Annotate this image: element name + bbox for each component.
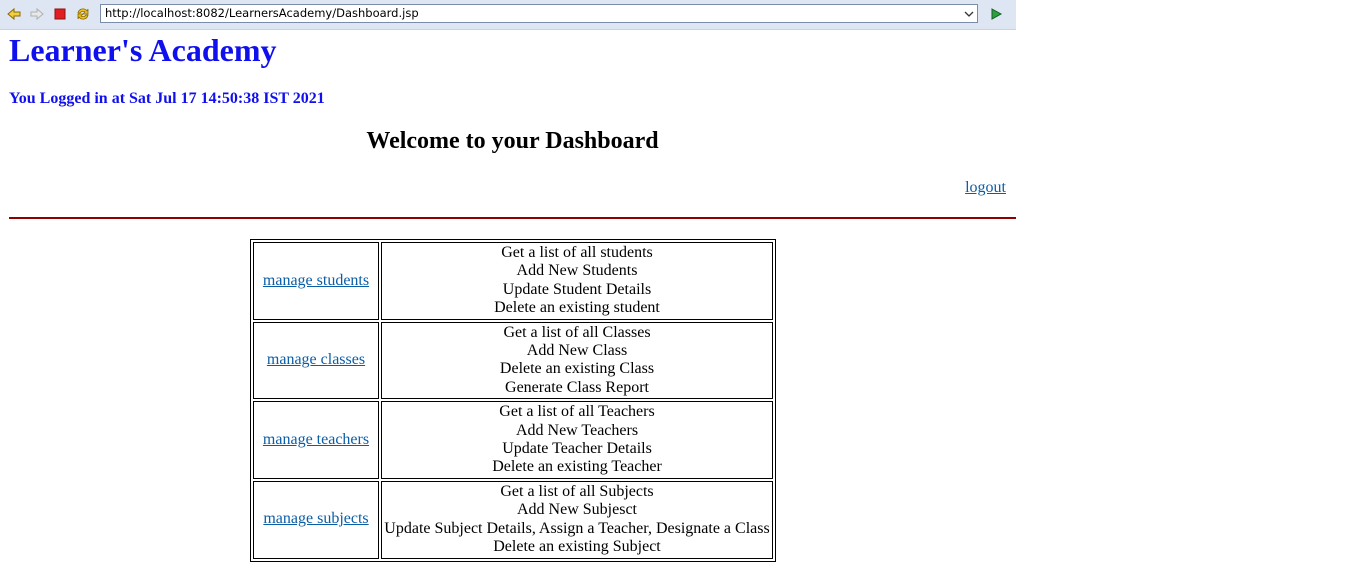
divider	[9, 217, 1016, 219]
forward-arrow-icon[interactable]	[29, 6, 45, 22]
browser-toolbar	[0, 0, 1016, 30]
dashboard-menu-table: manage students Get a list of all studen…	[250, 239, 776, 562]
url-input[interactable]	[101, 5, 961, 22]
list-item: Update Student Details	[502, 280, 652, 298]
link-cell: manage classes	[253, 321, 379, 400]
link-cell: manage subjects	[253, 480, 379, 559]
list-item: Delete an existing Class	[499, 360, 655, 378]
page-title: Welcome to your Dashboard	[366, 128, 659, 154]
manage-subjects-link[interactable]: manage subjects	[263, 510, 368, 527]
table-row: manage students Get a list of all studen…	[253, 242, 773, 320]
refresh-icon[interactable]	[75, 6, 91, 22]
table-row: manage subjects Get a list of all Subjec…	[253, 480, 773, 559]
manage-students-link[interactable]: manage students	[263, 272, 369, 289]
login-info: You Logged in at Sat Jul 17 14:50:38 IST…	[9, 90, 325, 107]
list-item: Delete an existing student	[494, 299, 660, 317]
table-row: manage classes Get a list of all Classes…	[253, 321, 773, 400]
list-item: Update Subject Details, Assign a Teacher…	[384, 519, 770, 537]
list-item: Get a list of all students	[501, 244, 653, 261]
list-item: Add New Subjesct	[517, 501, 637, 519]
back-arrow-icon[interactable]	[6, 6, 22, 22]
address-bar[interactable]	[100, 4, 978, 23]
list-item: Add New Class	[526, 342, 628, 360]
list-item: Get a list of all Subjects	[500, 482, 654, 500]
description-cell: Get a list of all Classes Add New Class …	[381, 321, 773, 400]
list-item: Add New Teachers	[515, 421, 639, 439]
list-item: Get a list of all Classes	[503, 323, 651, 341]
manage-classes-link[interactable]: manage classes	[267, 351, 365, 368]
description-cell: Get a list of all Teachers Add New Teach…	[381, 401, 773, 479]
list-item: Get a list of all Teachers	[499, 403, 655, 421]
logout-link[interactable]: logout	[965, 179, 1006, 197]
manage-teachers-link[interactable]: manage teachers	[263, 431, 369, 448]
list-item: Delete an existing Subject	[493, 538, 661, 556]
description-cell: Get a list of all students Add New Stude…	[381, 242, 773, 320]
go-icon[interactable]	[988, 6, 1004, 22]
link-cell: manage students	[253, 242, 379, 320]
list-item: Delete an existing Teacher	[492, 458, 662, 476]
chevron-down-icon[interactable]	[961, 5, 977, 22]
list-item: Generate Class Report	[505, 378, 649, 396]
app-title: Learner's Academy	[9, 32, 277, 68]
link-cell: manage teachers	[253, 401, 379, 479]
list-item: Update Teacher Details	[502, 440, 652, 458]
stop-icon[interactable]	[52, 6, 68, 22]
list-item: Add New Students	[516, 262, 638, 280]
table-row: manage teachers Get a list of all Teache…	[253, 401, 773, 479]
description-cell: Get a list of all Subjects Add New Subje…	[381, 480, 773, 559]
